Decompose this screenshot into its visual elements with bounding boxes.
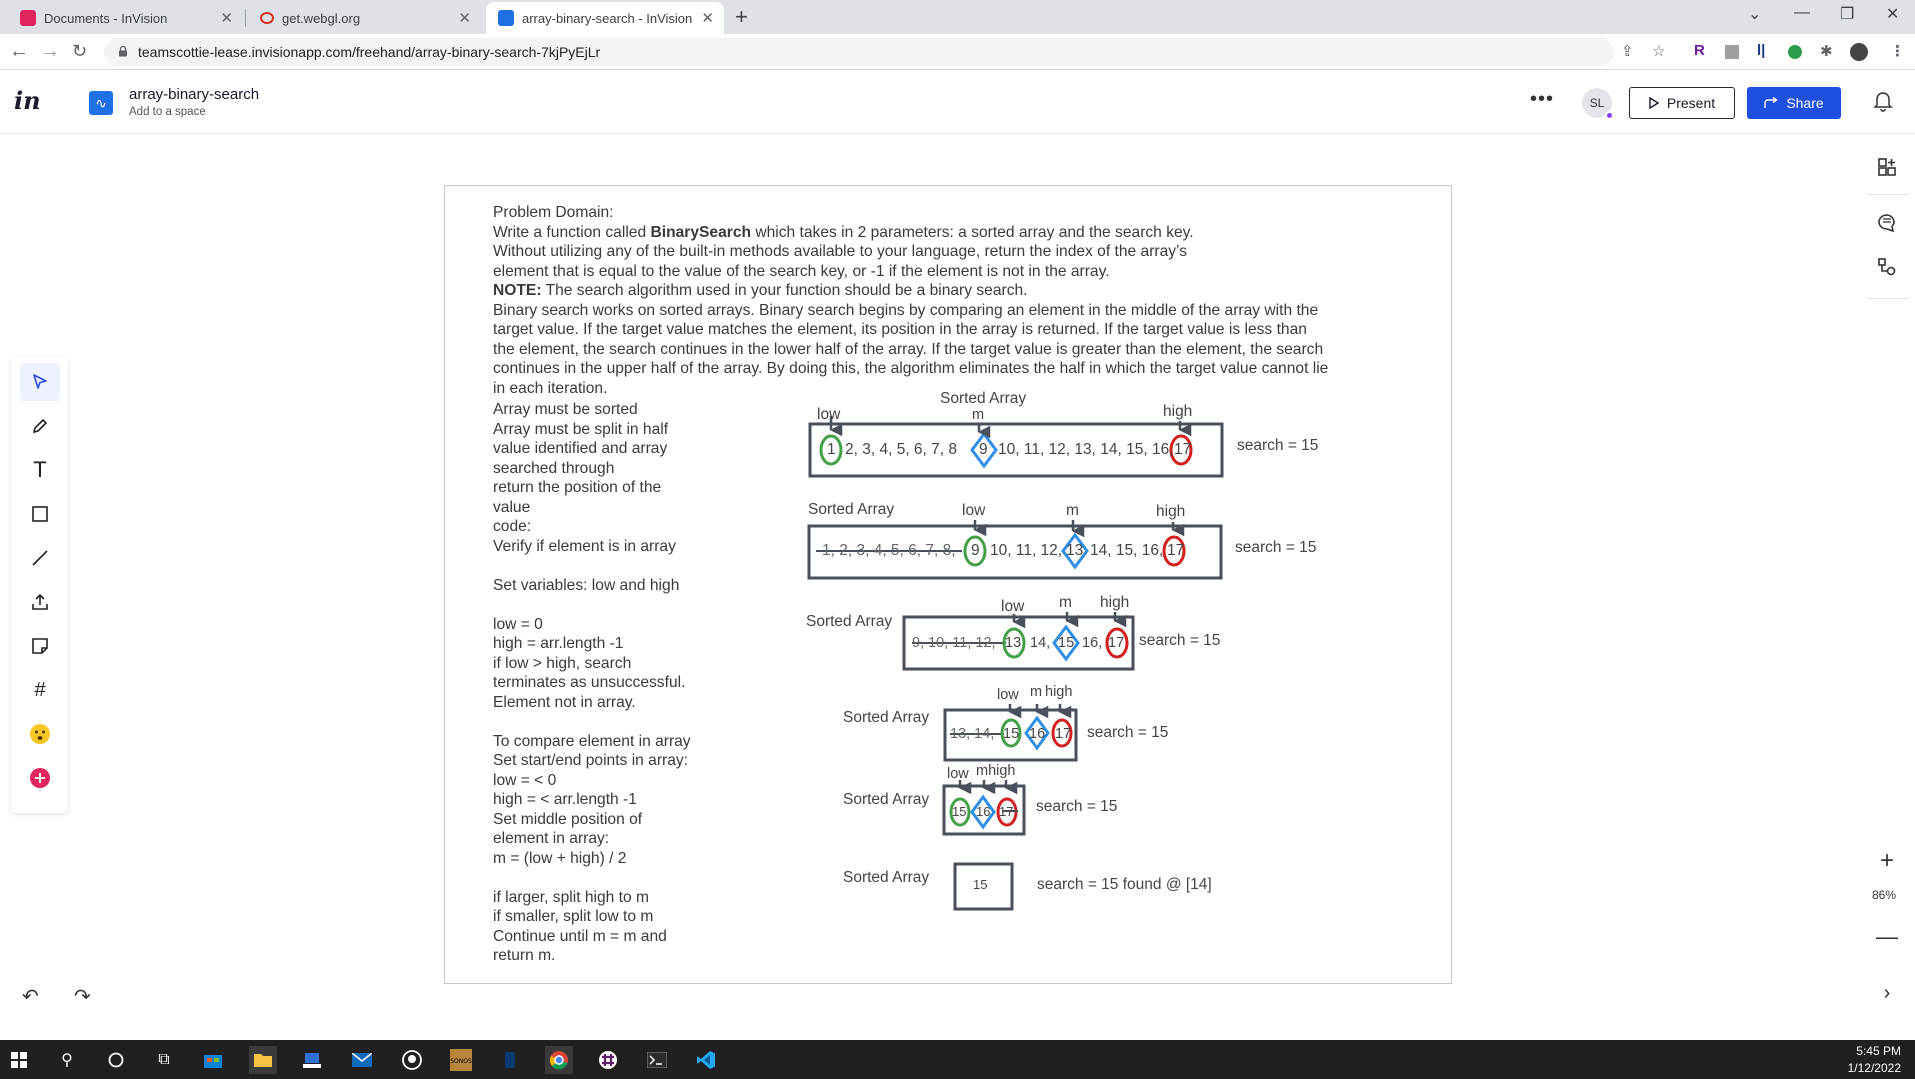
high-label: high <box>1163 403 1193 420</box>
diagram-shapes <box>807 416 1224 911</box>
m-label: m <box>1066 502 1079 519</box>
high-label: high <box>1100 594 1130 611</box>
eliminated-values: 1, 2, 3, 4, 5, 6, 7, 8, <box>822 542 956 559</box>
array-value-low: 13 <box>1005 635 1022 651</box>
array-value-mid: 13 <box>1066 542 1084 559</box>
search-label: search = 15 <box>1139 632 1221 649</box>
low-label: low <box>997 687 1019 703</box>
high-label: high <box>1156 503 1186 520</box>
array-value-low: 15 <box>1003 726 1020 742</box>
m-label: m <box>972 407 985 423</box>
cortana-icon[interactable] <box>102 1046 130 1074</box>
array-values: 10, 11, 12, <box>990 542 1063 559</box>
github-icon[interactable] <box>398 1046 426 1074</box>
clock-time: 5:45 PM <box>1856 1044 1901 1058</box>
array-values: 14, <box>1030 635 1051 651</box>
sorted-array-label: Sorted Array <box>808 501 895 518</box>
array-value-low: 15 <box>952 804 967 819</box>
array-value-high: 17 <box>1108 635 1125 651</box>
array-values: 16, <box>1082 635 1103 651</box>
array-value-high: 17 <box>999 804 1014 819</box>
found-value: 15 <box>973 877 988 892</box>
search-label: search = 15 <box>1235 539 1317 556</box>
sorted-array-label: Sorted Array <box>940 390 1027 407</box>
search-label: search = 15 <box>1087 724 1169 741</box>
low-label: low <box>947 766 969 782</box>
sorted-array-label: Sorted Array <box>843 869 930 886</box>
app-icon[interactable] <box>496 1046 524 1074</box>
array-values: 10, 11, 12, 13, 14, 15, 16, <box>998 441 1174 458</box>
array-value-mid: 9 <box>979 441 988 458</box>
task-view-icon[interactable]: ⧉ <box>150 1046 178 1074</box>
svg-text:SONOS: SONOS <box>450 1058 472 1065</box>
high-label: high <box>1045 684 1073 700</box>
sorted-array-label: Sorted Array <box>843 791 930 808</box>
search-label: search = 15 <box>1237 437 1319 454</box>
m-label: m <box>1059 594 1072 611</box>
array-value-high: 17 <box>1167 542 1185 559</box>
array-value-mid: 15 <box>1058 635 1075 651</box>
found-result-label: search = 15 found @ [14] <box>1037 876 1212 893</box>
slack-icon[interactable] <box>594 1046 622 1074</box>
vscode-icon[interactable] <box>692 1046 720 1074</box>
m-label: m <box>1030 684 1043 700</box>
eliminated-values: 13, 14, <box>950 726 995 742</box>
low-label: low <box>817 406 841 423</box>
low-label: low <box>1001 598 1025 615</box>
array-value-low: 9 <box>971 542 980 559</box>
eliminated-values: 9, 10, 11, 12, <box>912 635 996 651</box>
file-explorer-icon[interactable] <box>249 1046 277 1074</box>
array-value-low: 1 <box>827 441 836 458</box>
windows-taskbar: ⚲ ⧉ SONOS 5:45 PM 1/12/2022 <box>0 1040 1915 1079</box>
terminal-icon[interactable] <box>643 1046 671 1074</box>
system-clock[interactable]: 5:45 PM 1/12/2022 <box>1848 1043 1901 1077</box>
array-value-high: 17 <box>1055 726 1072 742</box>
array-values: 14, 15, 16, <box>1090 542 1164 559</box>
windows-start-icon[interactable] <box>5 1046 33 1074</box>
chrome-icon[interactable] <box>545 1046 573 1074</box>
array-value-mid: 16 <box>976 804 991 819</box>
clock-date: 1/12/2022 <box>1847 1061 1901 1075</box>
sorted-array-label: Sorted Array <box>806 613 893 630</box>
search-icon[interactable]: ⚲ <box>53 1046 81 1074</box>
array-value-high: 17 <box>1174 441 1192 458</box>
array-values: 2, 3, 4, 5, 6, 7, 8 <box>845 441 958 458</box>
low-label: low <box>962 502 986 519</box>
sorted-array-label: Sorted Array <box>843 709 930 726</box>
sonos-icon[interactable]: SONOS <box>447 1046 475 1074</box>
search-label: search = 15 <box>1036 798 1118 815</box>
app-icon[interactable] <box>298 1046 326 1074</box>
store-icon[interactable] <box>199 1046 227 1074</box>
mail-icon[interactable] <box>348 1046 376 1074</box>
mhigh-label: mhigh <box>976 763 1016 779</box>
array-value-mid: 16 <box>1029 726 1046 742</box>
